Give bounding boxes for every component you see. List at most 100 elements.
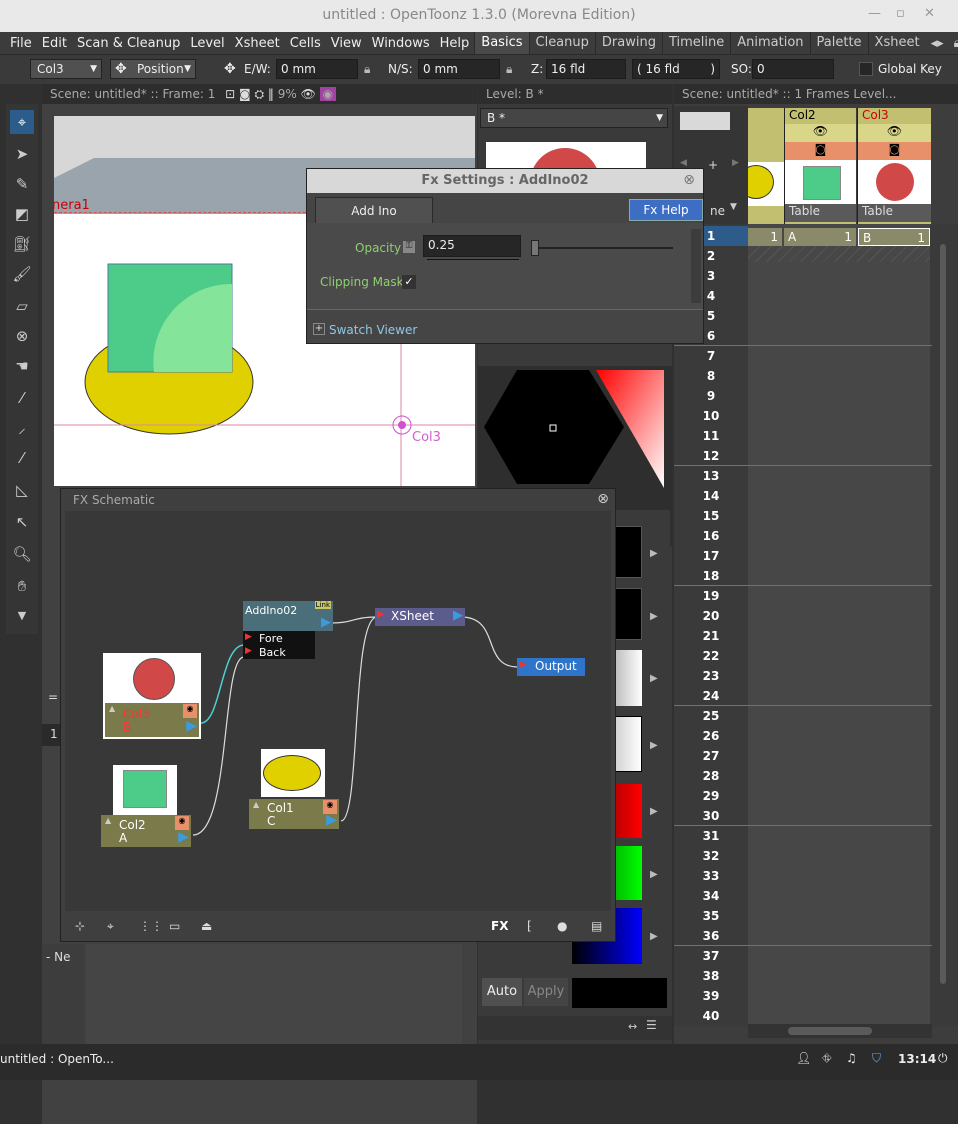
lock-icon[interactable]: 🔒︎ [506,59,512,79]
brush-tool-icon[interactable]: ✎ [10,172,34,196]
object-combo[interactable]: Col3 ▼ [30,59,102,79]
menu-view[interactable]: View [326,36,367,51]
xsheet-hscroll[interactable] [788,1027,872,1035]
row-number[interactable]: 7 [674,346,748,366]
collapse-icon[interactable]: ▲ [105,816,111,825]
opacity-slider-handle[interactable] [531,240,539,256]
next-arrow-icon[interactable]: ▶ [732,158,739,168]
mode-combo[interactable]: ✥ Position ▼ [110,59,196,79]
chevron-down-icon[interactable]: ▼ [730,202,737,212]
normal-size-icon[interactable]: ▭ [169,919,180,933]
input-port-icon[interactable]: ▶ [519,659,527,670]
node-col1[interactable]: ▲ Col1 C ◉ ▶ [249,749,341,829]
room-xsheet[interactable]: Xsheet [867,32,926,54]
opacity-slider-track[interactable] [533,247,673,249]
room-palette[interactable]: Palette [809,32,868,54]
row-number[interactable]: 40 [674,1006,748,1026]
slider-arrow-icon[interactable]: ▶ [650,611,658,622]
zoom-tool-icon[interactable]: 🔍︎ [10,542,34,566]
row-number[interactable]: 31 [674,826,748,846]
focus-current-icon[interactable]: ⌖ [107,919,114,934]
fx-settings-scroll[interactable] [691,229,701,303]
slider-arrow-icon[interactable]: ▶ [650,806,658,817]
row-number[interactable]: 12 [674,446,748,466]
global-key-checkbox[interactable] [859,62,873,76]
selection-tool-icon[interactable]: ➤ [10,142,34,166]
row-number[interactable]: 29 [674,786,748,806]
output-port-icon[interactable]: ▶ [186,718,197,734]
row-number[interactable]: 10 [674,406,748,426]
cell-col2-1[interactable]: A1 [784,228,856,246]
expand-icon[interactable]: ↔ [628,1020,637,1033]
paint-brush-tool-icon[interactable]: 🖌︎ [10,262,34,286]
row-number[interactable]: 25 [674,706,748,726]
row-number[interactable]: 33 [674,866,748,886]
output-port-icon[interactable]: ▶ [326,812,337,828]
power-icon[interactable]: ⏻ [938,1051,948,1066]
prev-arrow-icon[interactable]: ◀ [680,158,687,168]
add-column-icon[interactable]: + [708,158,718,172]
eye-icon[interactable]: 👁︎ [301,87,316,101]
menu-edit[interactable]: Edit [37,36,72,51]
preview-icon[interactable]: ● [557,919,567,933]
opacity-field[interactable]: 0.25 [423,235,521,257]
collapse-icon[interactable]: ▲ [109,704,115,713]
row-number[interactable]: 39 [674,986,748,1006]
fill-tool-icon[interactable]: ⛽︎ [10,232,34,256]
user-icon[interactable]: 👤︎ [796,1051,811,1065]
minimize-nodes-icon[interactable]: ⏏ [201,919,212,933]
network-icon[interactable]: ⛗ [822,1051,832,1066]
preview-toggle-icon[interactable]: ◉ [319,87,337,101]
room-cleanup[interactable]: Cleanup [528,32,595,54]
frame-zoom-slider[interactable] [680,112,730,130]
slider-arrow-icon[interactable]: ▶ [650,869,658,880]
so-field[interactable]: 0 [752,59,834,79]
room-drawing[interactable]: Drawing [594,32,662,54]
column-col2[interactable]: Col2 👁︎ ◙ Table [784,108,856,224]
keyframe-icon[interactable]: ⚿ [403,241,415,253]
camstand-toggle-icon[interactable]: ◙ [785,142,856,160]
z-field[interactable]: 16 fld [546,59,626,79]
room-timeline[interactable]: Timeline [661,32,730,54]
cell-partial[interactable]: 1 [748,228,782,246]
tab-add-ino[interactable]: Add Ino [315,197,433,223]
rgb-picker-icon[interactable]: ⸝ [10,416,34,440]
render-toggle-icon[interactable]: ◉ [183,704,197,718]
output-toggle-icon[interactable]: ⁅ [527,919,532,933]
menu-help[interactable]: Help [435,36,475,51]
row-number[interactable]: 32 [674,846,748,866]
row-number[interactable]: 26 [674,726,748,746]
clipping-mask-checkbox[interactable]: ✓ [402,275,416,289]
menu-scan-cleanup[interactable]: Scan & Cleanup [72,36,185,51]
room-animation[interactable]: Animation [730,32,809,54]
row-number[interactable]: 18 [674,566,748,586]
input-port-icon[interactable]: ▶ [377,609,385,620]
finger-tool-icon[interactable]: ☚ [10,354,34,378]
eraser-tool-icon[interactable]: ▱ [10,294,34,318]
minimize-button[interactable]: — [868,6,881,21]
row-number[interactable]: 27 [674,746,748,766]
node-col3[interactable]: ▲ Col3 B ◉ ▶ [103,653,201,739]
tape-tool-icon[interactable]: ⊗ [10,324,34,348]
row-number[interactable]: 36 [674,926,748,946]
hand-tool-icon[interactable]: ✋︎ [10,574,34,598]
slider-arrow-icon[interactable]: ▶ [650,931,658,942]
row-number[interactable]: 9 [674,386,748,406]
lock-icon[interactable]: 🔒︎ [364,59,370,79]
geometric-tool-icon[interactable]: ◩ [10,202,34,226]
maximize-button[interactable]: ▫ [896,6,905,21]
security-shield-icon[interactable]: ⛉ [872,1051,881,1066]
row-number[interactable]: 24 [674,686,748,706]
viewer-buttons[interactable]: ⊡ ◙ ⛭ ‖ [225,87,274,101]
taskbar-app[interactable]: untitled : OpenTo... [0,1052,114,1066]
reorder-nodes-icon[interactable]: ⋮⋮ [139,919,163,933]
close-button[interactable]: ✕ [924,6,935,21]
row-number[interactable]: 8 [674,366,748,386]
output-port-icon[interactable]: ▶ [453,608,463,623]
row-number[interactable]: 14 [674,486,748,506]
fore-port-icon[interactable]: ▶ [245,632,252,642]
row-number[interactable]: 37 [674,946,748,966]
fx-help-button[interactable]: Fx Help [629,199,703,221]
slider-arrow-icon[interactable]: ▶ [650,673,658,684]
slider-arrow-icon[interactable]: ▶ [650,548,658,559]
